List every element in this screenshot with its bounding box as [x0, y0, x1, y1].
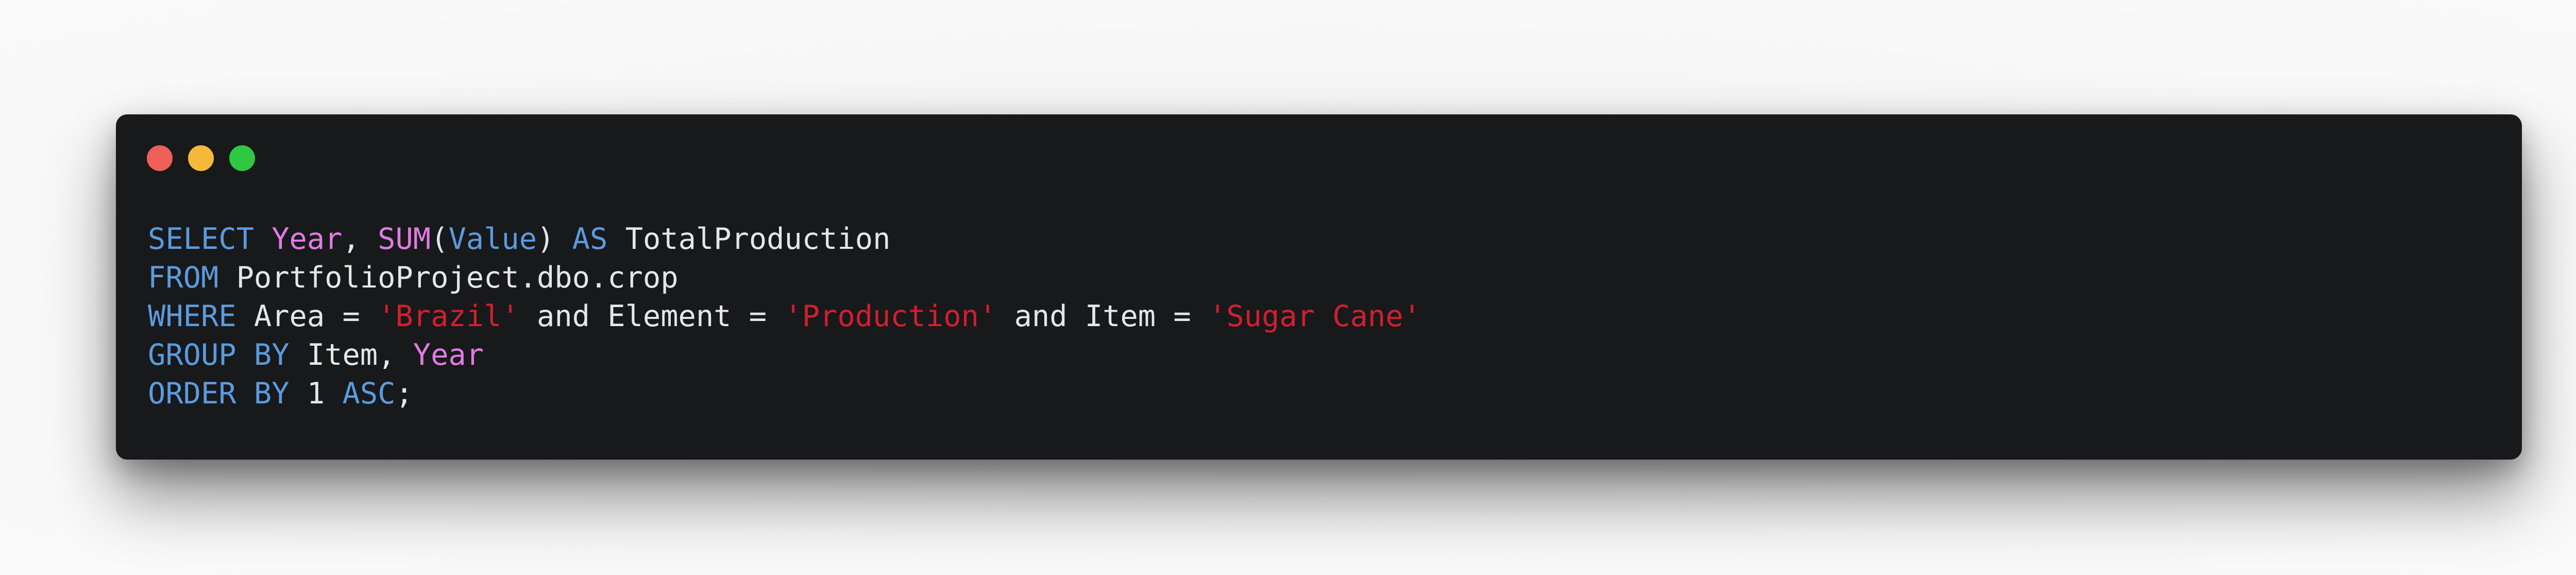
- code-line: GROUP BY Item, Year: [148, 336, 1421, 375]
- code-keyword: FROM: [148, 261, 219, 295]
- code-function: SUM: [378, 222, 431, 256]
- code-text: ): [537, 222, 572, 256]
- code-line: SELECT Year, SUM(Value) AS TotalProducti…: [148, 220, 1421, 259]
- minimize-button[interactable]: [188, 145, 214, 171]
- code-text: Item,: [289, 338, 413, 372]
- zoom-button[interactable]: [229, 145, 255, 171]
- code-function: Year: [413, 338, 484, 372]
- code-function: Year: [272, 222, 343, 256]
- code-text: and Element =: [519, 299, 785, 333]
- code-line: WHERE Area = 'Brazil' and Element = 'Pro…: [148, 297, 1421, 336]
- code-text: ;: [395, 377, 413, 411]
- sql-code-block: SELECT Year, SUM(Value) AS TotalProducti…: [148, 220, 1421, 413]
- code-string: 'Sugar Cane': [1209, 299, 1421, 333]
- code-keyword: SELECT: [148, 222, 254, 256]
- close-button[interactable]: [147, 145, 173, 171]
- code-text: (: [431, 222, 449, 256]
- window-controls: [147, 145, 255, 171]
- code-keyword: WHERE: [148, 299, 236, 333]
- code-text: 1: [289, 377, 343, 411]
- code-keyword: ASC: [342, 377, 396, 411]
- code-line: ORDER BY 1 ASC;: [148, 375, 1421, 413]
- code-text: and Item =: [996, 299, 1209, 333]
- code-line: FROM PortfolioProject.dbo.crop: [148, 259, 1421, 297]
- code-string: 'Production': [784, 299, 997, 333]
- code-string: 'Brazil': [378, 299, 519, 333]
- code-text: Area =: [236, 299, 378, 333]
- code-keyword: ORDER BY: [148, 377, 290, 411]
- code-text: PortfolioProject.dbo.crop: [218, 261, 679, 295]
- code-text: TotalProduction: [607, 222, 891, 256]
- code-window: SELECT Year, SUM(Value) AS TotalProducti…: [116, 114, 2522, 460]
- code-text: ,: [342, 222, 378, 256]
- code-keyword: AS: [572, 222, 608, 256]
- code-keyword: Value: [448, 222, 537, 256]
- code-keyword: GROUP BY: [148, 338, 290, 372]
